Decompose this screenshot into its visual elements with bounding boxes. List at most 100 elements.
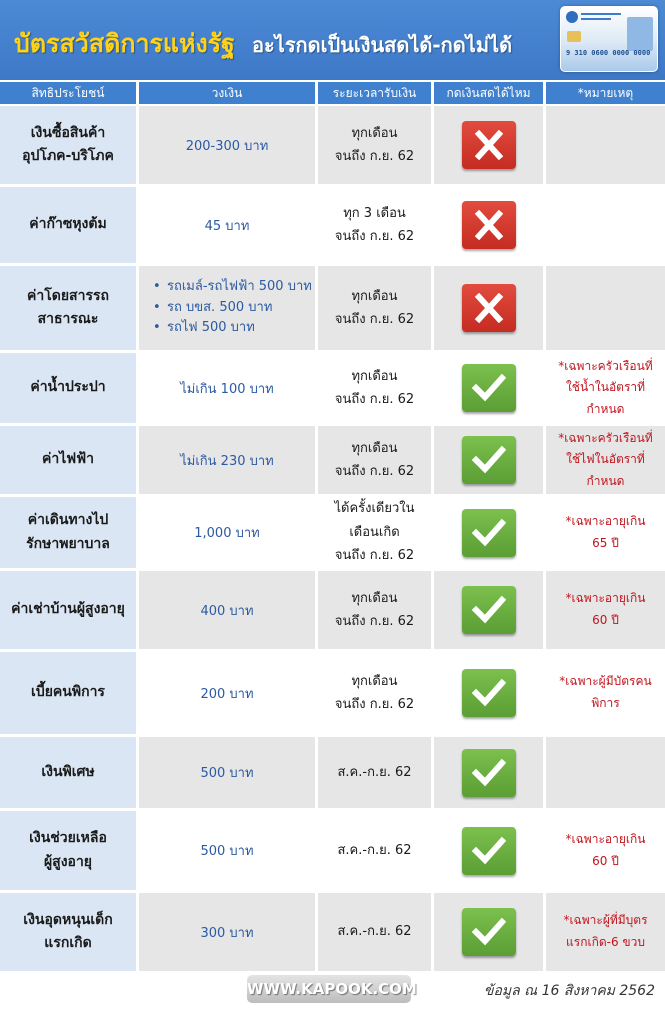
note-cell: *เฉพาะอายุเกิน 60 ปี [546,811,665,890]
amount-cell: 200-300 บาท [139,106,315,184]
text-line: ทุกเดือน [351,590,398,606]
benefit-cell: เงินอุดหนุนเด็ก แรกเกิด [0,893,136,971]
column-header-benefit: สิทธิประโยชน์ [0,82,136,104]
list-item: รถ บขส. 500 บาท [153,298,315,319]
note-cell [546,187,665,263]
text-line: ส.ค.-ก.ย. 62 [337,764,412,780]
text-line: พิการ [591,696,620,710]
table-row: เงินพิเศษ 500 บาท ส.ค.-ก.ย. 62 [0,737,665,808]
amount-value: 45 บาท [204,218,250,234]
period-cell: ทุกเดือน จนถึง ก.ย. 62 [318,571,431,649]
data-date: ข้อมูล ณ 16 สิงหาคม 2562 [483,983,655,999]
text-line: เงินซื้อสินค้า [30,124,106,141]
cash-cell [434,652,543,734]
cash-cell [434,187,543,263]
amount-value: ไม่เกิน 230 บาท [180,453,274,469]
cash-yes-badge [461,748,516,797]
table-row: เบี้ยคนพิการ 200 บาท ทุกเดือน จนถึง ก.ย. 62… [0,652,665,734]
period-cell: ส.ค.-ก.ย. 62 [318,893,431,971]
text-line: ใช้ไฟในอัตราที่ [566,452,645,467]
text-line: *เฉพาะครัวเรือนที่ [558,430,653,445]
note-cell [546,106,665,184]
benefit-label: เงินพิเศษ [41,761,94,784]
benefit-label: เงินอุดหนุนเด็ก แรกเกิด [23,909,112,955]
text-line: จนถึง ก.ย. 62 [334,312,415,327]
benefit-cell: เงินพิเศษ [0,737,136,808]
cash-yes-badge [461,364,516,412]
text-line: แรกเกิด-6 ขวบ [566,935,645,949]
amount-value: 500 บาท [200,844,254,859]
amount-cell: 1,000 บาท [139,497,315,568]
text-line: ทุก 3 เดือน [343,205,406,221]
list-item: รถเมล์-รถไฟฟ้า 500 บาท [153,277,315,298]
note-cell: *เฉพาะผู้มีบัตรคนพิการ [546,652,665,734]
text-line: *เฉพาะผู้ที่มีบุตร [563,913,648,928]
period-cell: ทุกเดือนจนถึง ก.ย. 62 [318,106,431,184]
text-line: สาธารณะ [37,311,99,327]
note-cell: *เฉพาะครัวเรือนที่ ใช้น้ำในอัตราที่ กำหนด [546,353,665,423]
text-line: ค่าเดินทางไป [27,512,109,529]
amount-value: 200-300 บาท [185,138,269,154]
table-row: เงินซื้อสินค้าอุปโภค-บริโภค 200-300 บาท ทุ… [0,106,665,184]
cash-cell [434,737,543,808]
text-line: ค่าไฟฟ้า [42,451,94,468]
text-line: ค่าน้ำประปา [30,379,106,396]
check-mark-icon [471,518,506,546]
amount-cell: 300 บาท [139,893,315,971]
text-line: ได้ครั้งเดียวใน [334,501,415,517]
period-cell: ทุก 3 เดือน จนถึง ก.ย. 62 [318,187,431,263]
cash-yes-badge [461,826,516,875]
text-line: จนถึง ก.ย. 62 [334,392,415,407]
cash-cell [434,266,543,350]
cash-cell [434,353,543,423]
benefit-label: ค่าน้ำประปา [30,376,105,399]
text-line: จนถึง ก.ย. 62 [334,149,415,164]
column-header-cash: กดเงินสดได้ไหม [434,82,543,104]
benefit-cell: ค่าก๊าซหุงต้ม [0,187,136,263]
kapook-logo: WWW.KAPOOK.COM [247,975,417,1003]
cash-yes-badge [461,669,516,717]
benefit-cell: ค่าเดินทางไปรักษาพยาบาล [0,497,136,568]
cash-yes-badge [461,908,516,956]
column-header-period: ระยะเวลารับเงิน [318,82,431,104]
benefit-label: เงินช่วยเหลือ ผู้สูงอายุ [29,827,107,873]
period-cell: ส.ค.-ก.ย. 62 [318,737,431,808]
benefit-label: ค่าเช่าบ้านผู้สูงอายุ [11,598,125,621]
text-line: 65 ปี [592,535,619,550]
amount-cell: 400 บาท [139,571,315,649]
cash-no-badge [461,284,516,332]
amount-cell: 200 บาท [139,652,315,734]
text-line: ทุกเดือน [351,125,398,141]
text-line: *เฉพาะอายุเกิน [565,513,646,528]
text-line: เบี้ยคนพิการ [31,684,105,701]
check-mark-icon [471,917,506,946]
text-line: กำหนด [586,401,625,416]
note-cell: *เฉพาะอายุเกิน 65 ปี [546,497,665,568]
x-mark-icon [474,130,503,160]
amount-value: 400 บาท [200,603,254,619]
text-line: ส.ค.-ก.ย. 62 [337,924,412,940]
cash-cell [434,497,543,568]
period-cell: ทุกเดือน จนถึง ก.ย. 62 [318,652,431,734]
amount-value: 500 บาท [200,766,254,781]
benefit-label: ค่าไฟฟ้า [42,448,94,471]
note-cell [546,737,665,808]
text-line: 60 ปี [592,613,619,627]
benefit-label: ค่าเดินทางไปรักษาพยาบาล [26,509,110,555]
header-banner: บัตรสวัสดิการแห่งรัฐ อะไรกดเป็นเงินสดได้… [0,0,665,80]
table-row: ค่าก๊าซหุงต้ม 45 บาท ทุก 3 เดือน จนถึง ก.ย.… [0,187,665,263]
text-line: จนถึง ก.ย. 62 [334,464,415,479]
table-row: เงินอุดหนุนเด็ก แรกเกิด 300 บาท ส.ค.-ก.ย. 6… [0,893,665,971]
text-line: กำหนด [586,473,625,488]
text-line: จนถึง ก.ย. 62 [334,697,415,712]
text-line: *เฉพาะผู้มีบัตรคน [559,674,652,689]
benefit-cell: ค่าเช่าบ้านผู้สูงอายุ [0,571,136,649]
amount-cell: 500 บาท [139,811,315,890]
text-line: อุปโภค-บริโภค [22,148,114,164]
text-line: รักษาพยาบาล [26,535,110,552]
check-mark-icon [471,678,506,707]
cash-yes-badge [461,436,516,484]
text-line: ผู้สูงอายุ [43,853,93,870]
amount-cell: ไม่เกิน 100 บาท [139,353,315,423]
note-cell: *เฉพาะครัวเรือนที่ใช้ไฟในอัตราที่กำหนด [546,426,665,494]
